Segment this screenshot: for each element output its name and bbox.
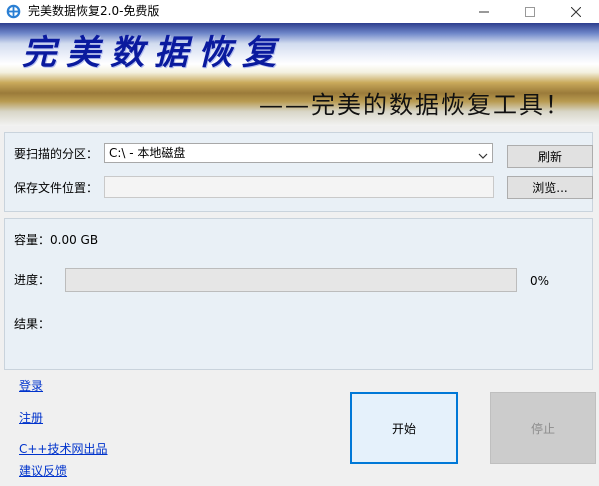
app-icon: [6, 4, 21, 19]
refresh-button[interactable]: 刷新: [507, 145, 593, 168]
result-label: 结果：: [14, 317, 51, 331]
capacity-label: 容量：: [14, 233, 51, 247]
login-link[interactable]: 登录: [19, 379, 43, 393]
partition-label: 要扫描的分区：: [14, 147, 99, 161]
banner-title: 完美数据恢复: [22, 33, 286, 73]
partition-select-value: C:\ - 本地磁盘: [109, 146, 186, 160]
stop-button[interactable]: 停止: [490, 392, 596, 464]
capacity-value: 0.00 GB: [50, 233, 99, 247]
publisher-link[interactable]: C++技术网出品: [19, 442, 108, 456]
feedback-link[interactable]: 建议反馈: [19, 464, 67, 478]
browse-button[interactable]: 浏览...: [507, 176, 593, 199]
start-button[interactable]: 开始: [350, 392, 458, 464]
partition-select[interactable]: C:\ - 本地磁盘: [104, 143, 493, 163]
save-location-field[interactable]: [104, 176, 494, 198]
window-title: 完美数据恢复2.0-免费版: [28, 4, 160, 18]
progress-percent: 0%: [530, 274, 550, 288]
chevron-down-icon: [478, 149, 488, 163]
progress-bar: [65, 268, 517, 292]
minimize-icon[interactable]: [461, 0, 507, 23]
banner-slogan: ——完美的数据恢复工具！: [259, 91, 571, 119]
close-icon[interactable]: [553, 0, 599, 23]
title-bar: 完美数据恢复2.0-免费版: [0, 0, 599, 24]
banner-image: 完美数据恢复 ——完美的数据恢复工具！: [0, 23, 599, 126]
register-link[interactable]: 注册: [19, 411, 43, 425]
save-location-label: 保存文件位置：: [14, 181, 99, 195]
progress-label: 进度：: [14, 273, 51, 287]
maximize-icon[interactable]: [507, 0, 553, 23]
